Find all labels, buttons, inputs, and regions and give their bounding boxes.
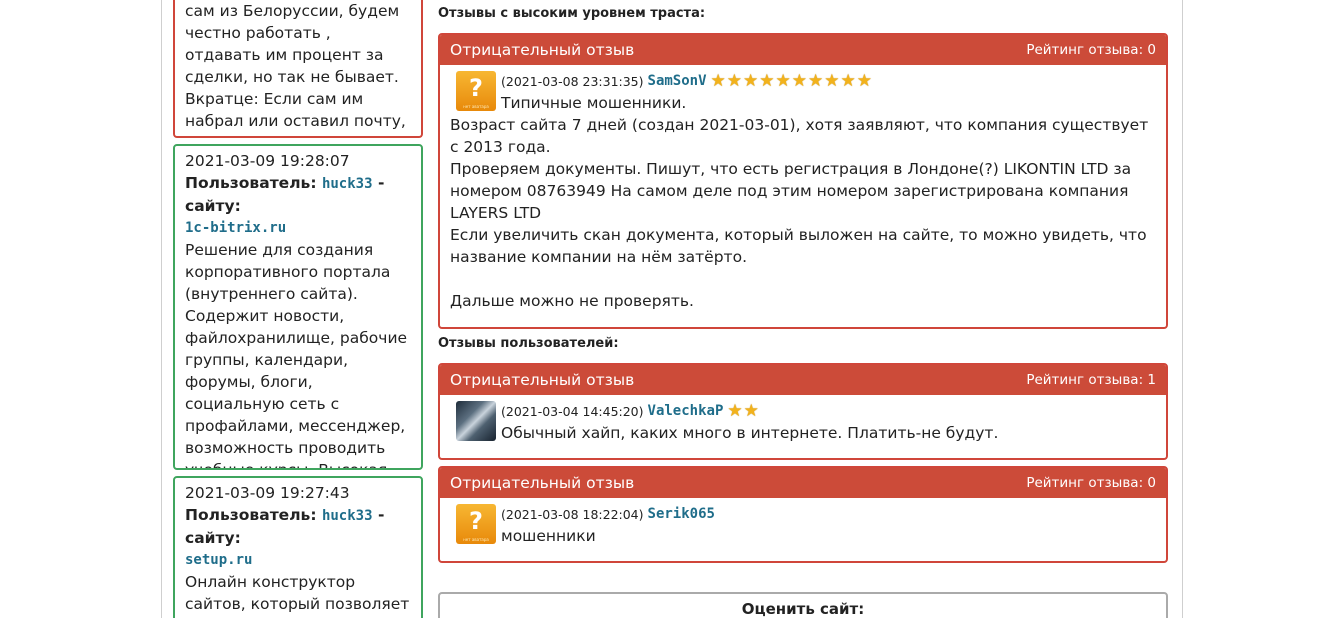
star-icon: ★ <box>726 70 743 91</box>
review-first-line: мошенники <box>501 527 596 545</box>
review-body: (2021-03-04 14:45:20) ValechkaP ★ ★ Обычн… <box>440 395 1166 450</box>
star-icon: ★ <box>727 400 743 421</box>
question-avatar-icon[interactable]: ? нет аватара <box>456 504 496 544</box>
recent-review-card[interactable]: сам из Белоруссии, будем честно работать… <box>173 0 423 138</box>
avatar-caption: нет аватара <box>463 103 489 109</box>
review-rating: Рейтинг отзыва: 0 <box>1026 42 1156 58</box>
user-reviews-heading: Отзывы пользователей: <box>438 336 619 351</box>
review-type: Отрицательный отзыв <box>450 474 635 492</box>
rate-site-box[interactable]: Оценить сайт: <box>438 592 1168 618</box>
user-link[interactable]: huck33 <box>322 508 373 524</box>
review-card: Отрицательный отзыв Рейтинг отзыва: 0 ? н… <box>438 466 1168 563</box>
review-date: (2021-03-08 23:31:35) <box>501 73 644 89</box>
star-icon: ★ <box>743 70 759 91</box>
recent-review-author-line: Пользователь: huck33 - сайту: <box>185 172 411 217</box>
review-card: Отрицательный отзыв Рейтинг отзыва: 1 (2… <box>438 363 1168 460</box>
review-blank-line <box>450 268 1156 290</box>
review-header: Отрицательный отзыв Рейтинг отзыва: 0 <box>440 468 1166 498</box>
review-line: Возраст сайта 7 дней (создан 2021-03-01)… <box>450 116 1149 156</box>
recent-review-author-line: Пользователь: huck33 - сайту: <box>185 504 411 549</box>
user-stars: ★ ★ ★ ★ ★ ★ ★ ★ ★ ★ <box>710 70 873 91</box>
recent-review-card[interactable]: 2021-03-09 19:28:07 Пользователь: huck33… <box>173 144 423 470</box>
recent-review-card[interactable]: 2021-03-09 19:27:43 Пользователь: huck33… <box>173 476 423 618</box>
review-text: Обычный хайп, каких много в интернете. П… <box>450 422 1156 444</box>
review-meta: (2021-03-08 18:22:04) Serik065 <box>501 503 1156 525</box>
review-body: ? нет аватара (2021-03-08 23:31:35) SamSo… <box>440 65 1166 318</box>
review-rating: Рейтинг отзыва: 0 <box>1026 475 1156 491</box>
star-icon: ★ <box>710 70 726 91</box>
review-type: Отрицательный отзыв <box>450 41 635 59</box>
site-link[interactable]: setup.ru <box>185 549 411 571</box>
star-icon: ★ <box>856 70 873 91</box>
star-icon: ★ <box>775 70 791 91</box>
user-link[interactable]: huck33 <box>322 176 373 192</box>
rate-site-label: Оценить сайт: <box>741 600 865 618</box>
review-text: мошенники <box>450 525 1156 547</box>
star-icon: ★ <box>791 70 808 91</box>
user-prefix-label: Пользователь: <box>185 506 317 524</box>
review-header: Отрицательный отзыв Рейтинг отзыва: 1 <box>440 365 1166 395</box>
review-type: Отрицательный отзыв <box>450 371 635 389</box>
avatar-caption: нет аватара <box>463 536 489 542</box>
question-avatar-icon[interactable]: ? нет аватара <box>456 71 496 111</box>
star-icon: ★ <box>824 70 840 91</box>
review-line: Дальше можно не проверять. <box>450 292 694 310</box>
review-line: Если увеличить скан документа, который в… <box>450 226 1147 266</box>
star-icon: ★ <box>743 400 759 421</box>
page-container: сам из Белоруссии, будем честно работать… <box>161 0 1183 618</box>
recent-review-date: 2021-03-09 19:27:43 <box>185 484 350 502</box>
review-rating: Рейтинг отзыва: 1 <box>1026 372 1156 388</box>
recent-review-text: Решение для создания корпоративного порт… <box>185 241 408 470</box>
review-line: Проверяем документы. Пишут, что есть рег… <box>450 160 1132 222</box>
recent-review-text: сам из Белоруссии, будем честно работать… <box>185 2 406 136</box>
review-date: (2021-03-08 18:22:04) <box>501 506 644 522</box>
user-photo-avatar[interactable] <box>456 401 496 441</box>
trusted-reviews-heading: Отзывы с высоким уровнем траста: <box>438 6 706 21</box>
review-date: (2021-03-04 14:45:20) <box>501 403 644 419</box>
recent-review-date: 2021-03-09 19:28:07 <box>185 152 350 170</box>
review-meta: (2021-03-04 14:45:20) ValechkaP ★ ★ <box>501 400 1156 422</box>
review-card: Отрицательный отзыв Рейтинг отзыва: 0 ? н… <box>438 33 1168 329</box>
review-body: ? нет аватара (2021-03-08 18:22:04) Serik… <box>440 498 1166 553</box>
review-first-line: Обычный хайп, каких много в интернете. П… <box>501 424 999 442</box>
star-icon: ★ <box>759 70 775 91</box>
review-first-line: Типичные мошенники. <box>501 94 687 112</box>
user-stars: ★ ★ <box>727 400 759 421</box>
review-header: Отрицательный отзыв Рейтинг отзыва: 0 <box>440 35 1166 65</box>
star-icon: ★ <box>808 70 824 91</box>
review-meta: (2021-03-08 23:31:35) SamSonV ★ ★ ★ ★ ★ ★ ★ ★ ★ ★ <box>501 70 1156 92</box>
review-author-link[interactable]: Serik065 <box>648 506 715 522</box>
review-author-link[interactable]: SamSonV <box>648 73 707 89</box>
star-icon: ★ <box>840 70 856 91</box>
user-prefix-label: Пользователь: <box>185 174 317 192</box>
review-text: Типичные мошенники. Возраст сайта 7 дней… <box>450 92 1156 312</box>
site-link[interactable]: 1c-bitrix.ru <box>185 217 411 239</box>
review-author-link[interactable]: ValechkaP <box>648 403 724 419</box>
recent-review-text: Онлайн конструктор сайтов, который позво… <box>185 573 410 618</box>
